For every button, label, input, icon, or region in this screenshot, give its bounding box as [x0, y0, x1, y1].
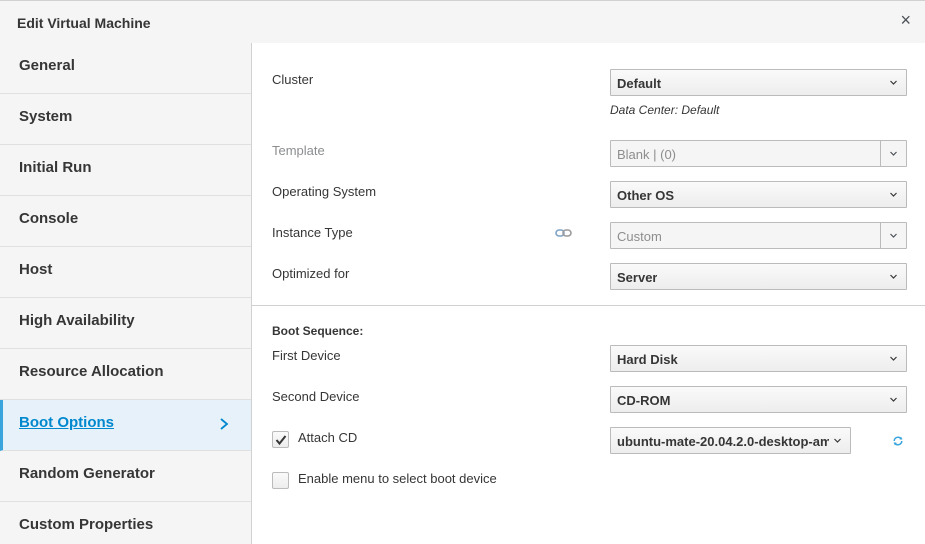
second-device-value: CD-ROM — [617, 393, 671, 408]
optimized-for-select[interactable]: Server — [610, 263, 907, 290]
first-device-label: First Device — [272, 348, 341, 363]
sidebar-item-label: Initial Run — [19, 159, 92, 176]
template-select: Blank | (0) — [610, 140, 907, 167]
sidebar-item-console[interactable]: Console — [0, 196, 251, 247]
instance-type-label: Instance Type — [272, 225, 353, 240]
chevron-down-icon — [834, 438, 841, 443]
enable-boot-menu-label: Enable menu to select boot device — [298, 471, 497, 486]
attach-cd-label: Attach CD — [298, 430, 358, 445]
first-device-select[interactable]: Hard Disk — [610, 345, 907, 372]
section-divider — [252, 305, 925, 306]
sidebar-item-general[interactable]: General — [0, 43, 251, 94]
sidebar-item-label: Boot Options — [19, 414, 114, 431]
sidebar-item-label: Custom Properties — [19, 516, 154, 533]
template-value: Blank | (0) — [617, 147, 677, 162]
optimized-for-label: Optimized for — [272, 266, 350, 281]
instance-type-value: Custom — [617, 229, 662, 244]
cluster-select[interactable]: Default — [610, 69, 907, 96]
dialog-header: Edit Virtual Machine × — [0, 0, 925, 43]
sidebar-item-system[interactable]: System — [0, 94, 251, 145]
instance-type-select: Custom — [610, 222, 907, 249]
sidebar-item-label: System — [19, 108, 73, 125]
data-center-note: Data Center: Default — [610, 103, 720, 117]
sidebar-item-host[interactable]: Host — [0, 247, 251, 298]
chevron-down-icon — [890, 151, 897, 156]
sidebar-item-label: General — [19, 57, 75, 74]
sidebar-item-label: Random Generator — [19, 465, 155, 482]
operating-system-label: Operating System — [272, 184, 377, 199]
sidebar-item-label: Resource Allocation — [19, 363, 164, 380]
second-device-label: Second Device — [272, 389, 360, 404]
optimized-for-value: Server — [617, 270, 658, 285]
sidebar-item-initial-run[interactable]: Initial Run — [0, 145, 251, 196]
second-device-select[interactable]: CD-ROM — [610, 386, 907, 413]
cd-image-value: ubuntu-mate-20.04.2.0-desktop-amd64.iso — [617, 434, 829, 449]
chevron-down-icon — [890, 397, 897, 402]
attach-cd-checkbox[interactable] — [272, 431, 289, 448]
sidebar-item-label: High Availability — [19, 312, 135, 329]
operating-system-select[interactable]: Other OS — [610, 181, 907, 208]
chevron-down-icon — [890, 356, 897, 361]
operating-system-value: Other OS — [617, 188, 675, 203]
sidebar-item-label: Host — [19, 261, 53, 278]
boot-sequence-title: Boot Sequence: — [272, 324, 364, 338]
chevron-down-icon — [890, 233, 897, 238]
chevron-down-icon — [890, 80, 897, 85]
chevron-right-icon — [220, 418, 229, 430]
refresh-icon[interactable] — [890, 435, 906, 447]
checkmark-icon — [275, 435, 287, 446]
sidebar-item-resource-allocation[interactable]: Resource Allocation — [0, 349, 251, 400]
sidebar-item-boot-options[interactable]: Boot Options — [0, 400, 251, 451]
close-icon[interactable]: × — [900, 11, 911, 29]
sidebar-item-custom-properties[interactable]: Custom Properties — [0, 502, 251, 544]
sidebar: General System Initial Run Console Host … — [0, 43, 252, 544]
sidebar-item-label: Console — [19, 210, 79, 227]
cluster-label: Cluster — [272, 72, 314, 87]
chevron-down-icon — [890, 192, 897, 197]
enable-boot-menu-checkbox[interactable] — [272, 472, 289, 489]
chevron-down-icon — [890, 274, 897, 279]
sidebar-item-high-availability[interactable]: High Availability — [0, 298, 251, 349]
dialog-title: Edit Virtual Machine — [17, 15, 151, 31]
sidebar-item-random-generator[interactable]: Random Generator — [0, 451, 251, 502]
main-panel: Cluster Default Data Center: Default Tem… — [252, 43, 925, 544]
first-device-value: Hard Disk — [617, 352, 678, 367]
cd-image-select[interactable]: ubuntu-mate-20.04.2.0-desktop-amd64.iso — [610, 427, 851, 454]
cluster-value: Default — [617, 76, 662, 91]
link-icon — [555, 229, 572, 237]
template-label: Template — [272, 143, 325, 158]
